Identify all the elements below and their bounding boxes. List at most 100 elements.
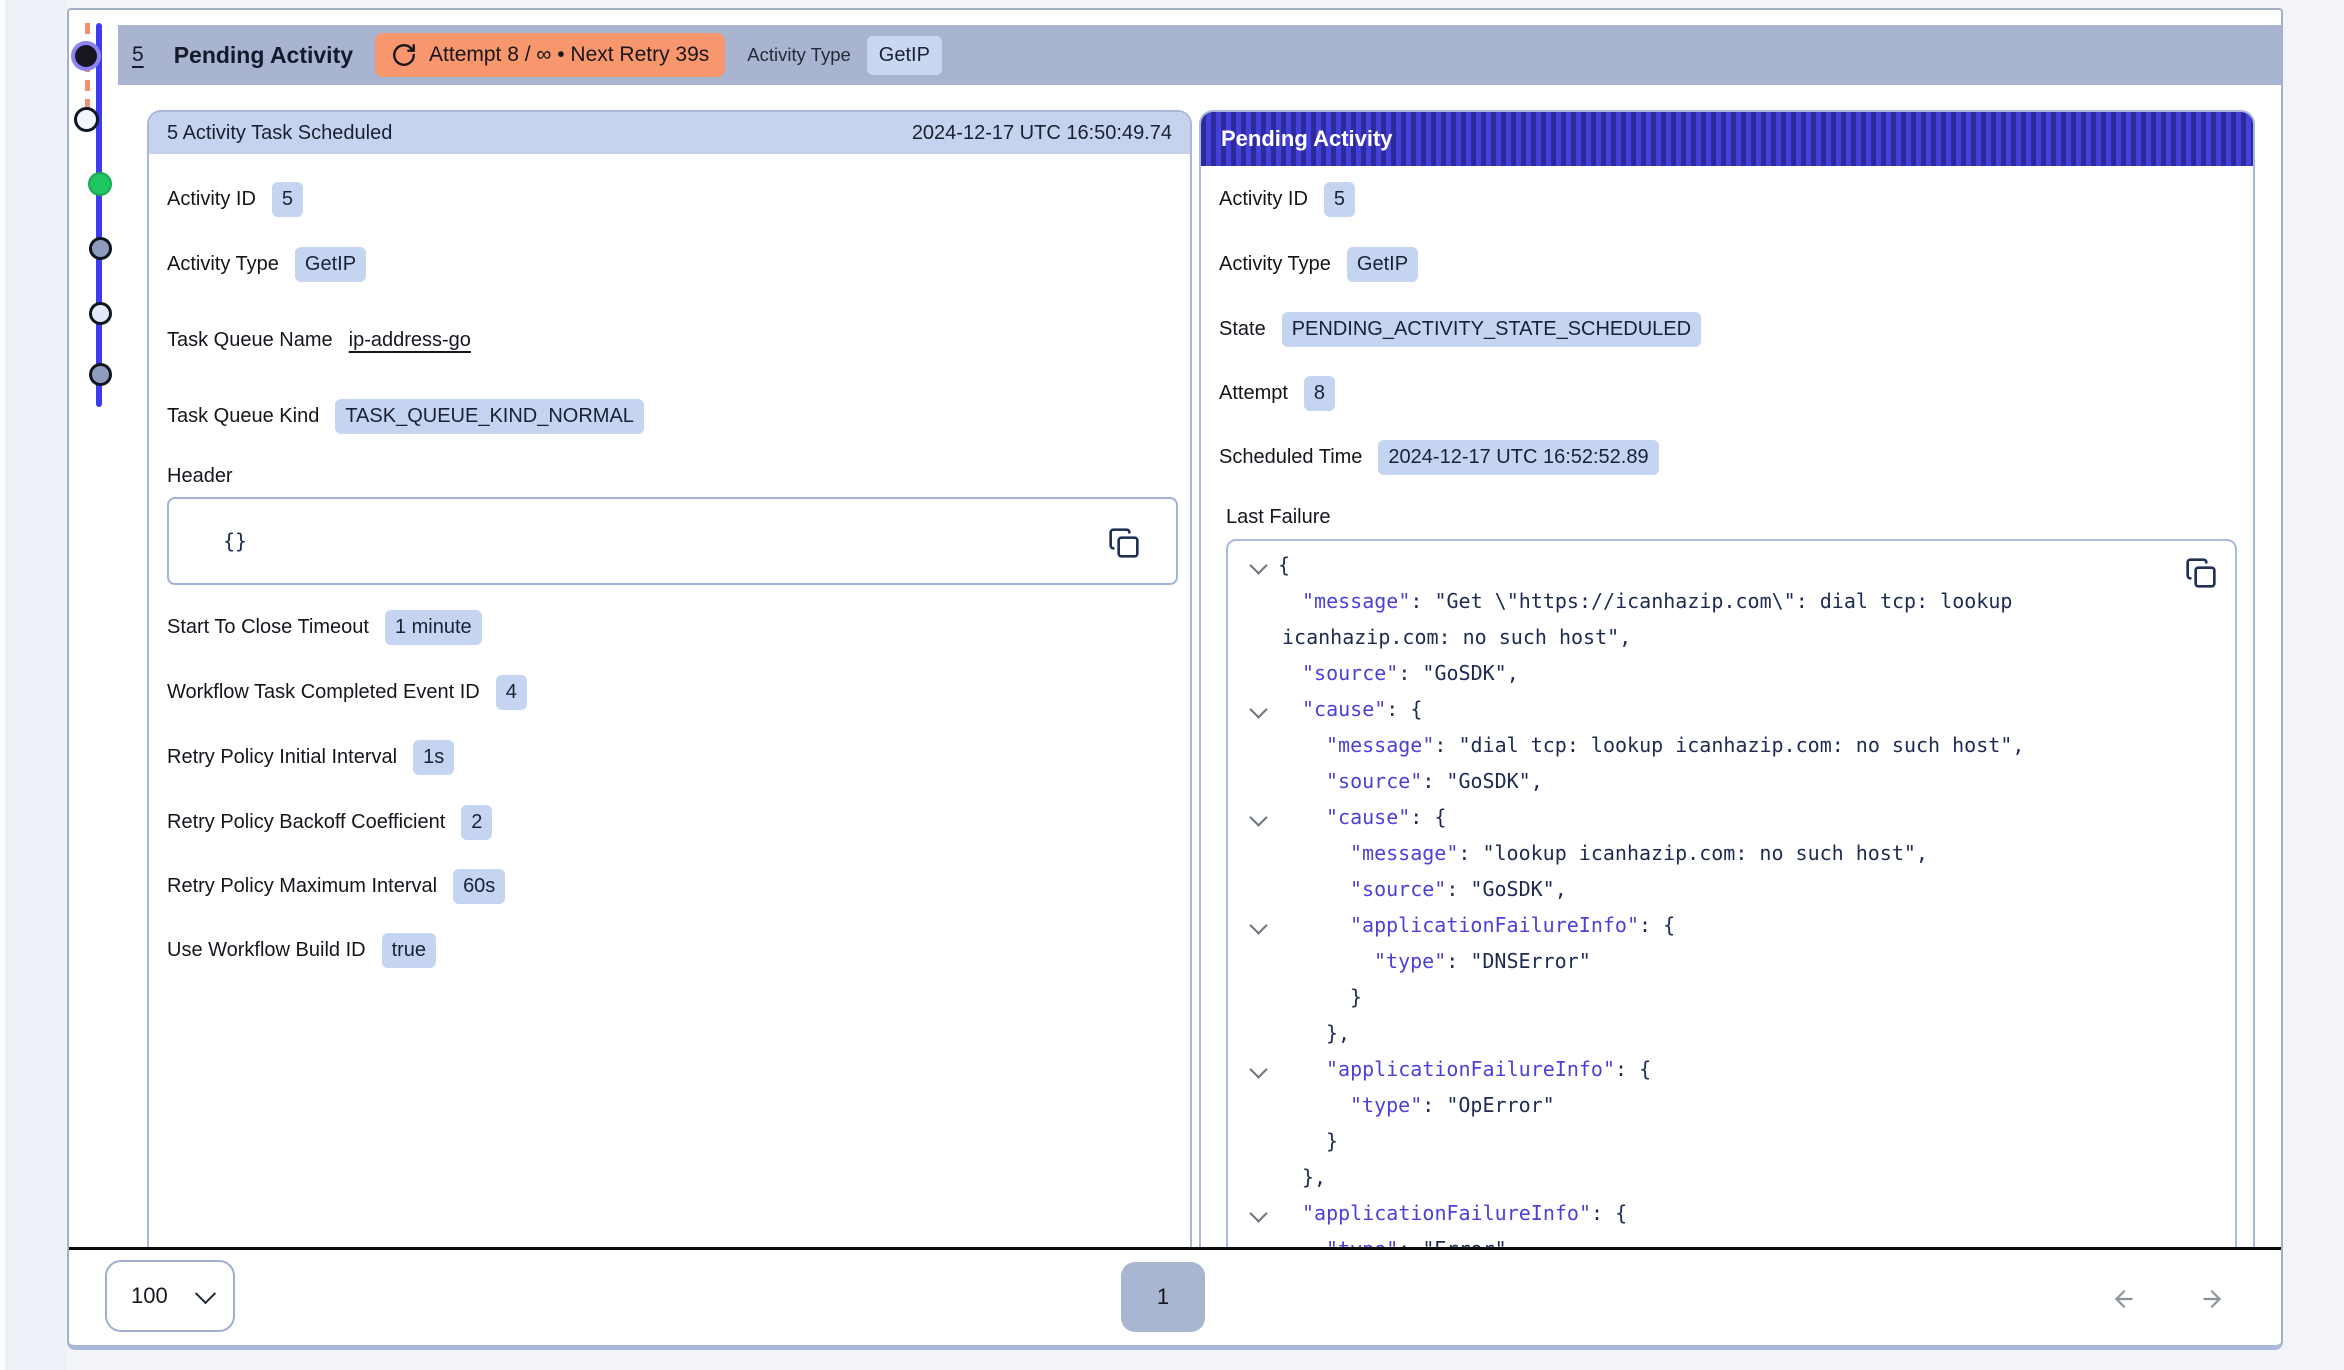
left-card-header: 5 Activity Task Scheduled 2024-12-17 UTC… <box>149 112 1190 154</box>
field-label: Retry Policy Maximum Interval <box>167 875 437 898</box>
field-label: Activity Type <box>1219 253 1331 276</box>
code-line: { <box>1228 547 2235 583</box>
collapse-chevron-icon[interactable] <box>1249 916 1267 934</box>
page-size-select[interactable]: 100 <box>105 1260 235 1332</box>
field-label: Scheduled Time <box>1219 446 1362 469</box>
field-label: Activity ID <box>167 188 256 211</box>
field-value-badge: 5 <box>1324 182 1355 217</box>
arrow-right-icon <box>2195 1286 2229 1312</box>
field-activity-id: Activity ID 5 <box>167 179 303 219</box>
field-workflow-task-completed-event-id: Workflow Task Completed Event ID 4 <box>167 672 527 712</box>
header-payload-content: {} <box>223 529 247 553</box>
page-number-button[interactable]: 1 <box>1121 1262 1205 1332</box>
code-line: }, <box>1228 1159 2235 1195</box>
field-retry-initial-interval: Retry Policy Initial Interval 1s <box>167 737 454 777</box>
field-scheduled-time: Scheduled Time 2024-12-17 UTC 16:52:52.8… <box>1219 437 1659 477</box>
code-line: "type": "Error" <box>1228 1231 2235 1247</box>
field-start-to-close-timeout: Start To Close Timeout 1 minute <box>167 607 482 647</box>
field-value-badge: 60s <box>453 869 505 904</box>
field-value-badge: 5 <box>272 182 303 217</box>
pending-activity-title: Pending Activity <box>1221 126 1393 152</box>
code-line: "applicationFailureInfo": { <box>1228 907 2235 943</box>
field-use-workflow-build-id: Use Workflow Build ID true <box>167 930 436 970</box>
field-value-badge: 2 <box>461 805 492 840</box>
code-line: "applicationFailureInfo": { <box>1228 1195 2235 1231</box>
field-label: Attempt <box>1219 382 1288 405</box>
field-label: Task Queue Kind <box>167 405 319 428</box>
field-value-badge: GetIP <box>295 247 366 282</box>
timeline-retry-dashed-line <box>85 23 90 117</box>
collapse-chevron-icon[interactable] <box>1249 1060 1267 1078</box>
page-left-gutter <box>5 0 65 1370</box>
field-activity-id: Activity ID 5 <box>1219 179 1355 219</box>
field-label: State <box>1219 318 1266 341</box>
field-attempt: Attempt 8 <box>1219 373 1335 413</box>
code-line: "cause": { <box>1228 799 2235 835</box>
code-line: icanhazip.com: no such host", <box>1228 619 2235 655</box>
header-section-label: Header <box>167 456 233 496</box>
field-value-badge: PENDING_ACTIVITY_STATE_SCHEDULED <box>1282 312 1701 347</box>
task-queue-link[interactable]: ip-address-go <box>349 329 471 352</box>
code-line: "source": "GoSDK", <box>1228 655 2235 691</box>
code-line: "type": "OpError" <box>1228 1087 2235 1123</box>
retry-icon <box>391 42 417 68</box>
pending-activity-header: Pending Activity <box>1201 112 2253 166</box>
field-label: Task Queue Name <box>167 329 333 352</box>
field-value-badge: 1s <box>413 740 454 775</box>
code-line: "cause": { <box>1228 691 2235 727</box>
field-task-queue-kind: Task Queue Kind TASK_QUEUE_KIND_NORMAL <box>167 396 644 436</box>
timeline-line <box>96 23 102 407</box>
timeline-dot-pending[interactable] <box>74 107 99 132</box>
event-row-pending-activity[interactable]: 5 Pending Activity Attempt 8 / ∞ • Next … <box>118 25 2281 85</box>
timeline-dot-event-2[interactable] <box>89 363 112 386</box>
field-value-badge: GetIP <box>1347 247 1418 282</box>
retry-badge-label: Attempt 8 / ∞ • Next Retry 39s <box>429 43 709 67</box>
code-line: "message": "lookup icanhazip.com: no suc… <box>1228 835 2235 871</box>
field-state: State PENDING_ACTIVITY_STATE_SCHEDULED <box>1219 309 1701 349</box>
code-line: "applicationFailureInfo": { <box>1228 1051 2235 1087</box>
field-value-badge: 8 <box>1304 376 1335 411</box>
header-payload-box: {} <box>167 497 1178 585</box>
timeline-dot-event-4[interactable] <box>89 237 112 260</box>
timeline-dot-event-3[interactable] <box>89 302 112 325</box>
collapse-chevron-icon[interactable] <box>1249 1204 1267 1222</box>
field-value-badge: 1 minute <box>385 610 482 645</box>
retry-badge: Attempt 8 / ∞ • Next Retry 39s <box>375 33 725 77</box>
collapse-chevron-icon[interactable] <box>1249 700 1267 718</box>
copy-header-button[interactable] <box>1108 527 1140 559</box>
event-title: Pending Activity <box>174 42 353 69</box>
code-line: }, <box>1228 1015 2235 1051</box>
collapse-chevron-icon[interactable] <box>1249 808 1267 826</box>
field-activity-type: Activity Type GetIP <box>1219 244 1418 284</box>
collapse-chevron-icon[interactable] <box>1249 556 1267 574</box>
code-line: "message": "Get \"https://icanhazip.com\… <box>1228 583 2235 619</box>
pending-activity-card: Pending Activity Activity ID 5 Activity … <box>1199 110 2255 1247</box>
timeline-dot-completed[interactable] <box>88 172 112 196</box>
event-id-link[interactable]: 5 <box>132 43 144 67</box>
code-line: } <box>1228 979 2235 1015</box>
activity-task-scheduled-card: 5 Activity Task Scheduled 2024-12-17 UTC… <box>147 110 1192 1247</box>
next-page-button[interactable] <box>2195 1286 2229 1312</box>
code-line: } <box>1228 1123 2235 1159</box>
last-failure-code-viewer[interactable]: { "message": "Get \"https://icanhazip.co… <box>1226 539 2237 1247</box>
field-label: Activity Type <box>167 253 279 276</box>
last-failure-label: Last Failure <box>1226 497 1331 537</box>
code-line: "source": "GoSDK", <box>1228 763 2235 799</box>
field-value-badge: true <box>382 933 436 968</box>
code-line: "type": "DNSError" <box>1228 943 2235 979</box>
field-label: Use Workflow Build ID <box>167 939 366 962</box>
timeline-dot-selected[interactable] <box>75 45 97 67</box>
arrow-left-icon <box>2107 1286 2141 1312</box>
previous-page-button[interactable] <box>2107 1286 2141 1312</box>
chevron-down-icon <box>195 1283 216 1304</box>
field-label: Retry Policy Initial Interval <box>167 746 397 769</box>
field-value-badge: 4 <box>496 675 527 710</box>
event-history-panel: 5 Pending Activity Attempt 8 / ∞ • Next … <box>67 8 2283 1350</box>
field-value-badge: 2024-12-17 UTC 16:52:52.89 <box>1378 440 1658 475</box>
field-retry-maximum-interval: Retry Policy Maximum Interval 60s <box>167 866 505 906</box>
field-label: Retry Policy Backoff Coefficient <box>167 811 445 834</box>
activity-type-badge: GetIP <box>867 36 942 75</box>
code-line: "message": "dial tcp: lookup icanhazip.c… <box>1228 727 2235 763</box>
page-size-value: 100 <box>131 1283 168 1309</box>
field-activity-type: Activity Type GetIP <box>167 244 366 284</box>
